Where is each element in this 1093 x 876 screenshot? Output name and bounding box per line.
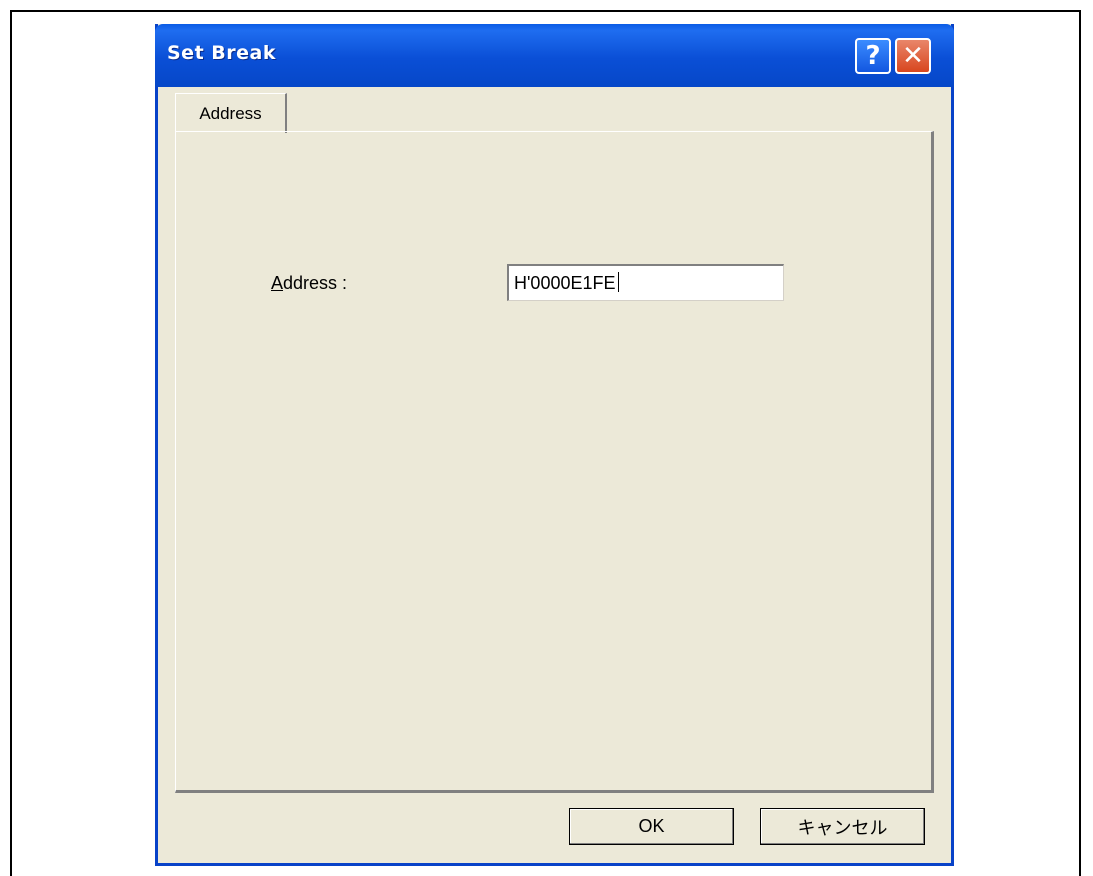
- close-icon: ✕: [902, 41, 924, 71]
- address-input[interactable]: H'0000E1FE: [507, 264, 784, 301]
- text-caret: [617, 272, 619, 292]
- address-label-text: ddress :: [283, 273, 348, 293]
- ok-button[interactable]: OK: [569, 808, 734, 845]
- tab-label: Address: [199, 103, 262, 123]
- close-button[interactable]: ✕: [895, 38, 931, 74]
- address-input-value: H'0000E1FE: [514, 273, 616, 293]
- ok-button-label: OK: [638, 816, 665, 836]
- address-label: Address :: [271, 273, 347, 294]
- title-bar[interactable]: Set Break ? ✕: [155, 24, 954, 87]
- address-label-accelerator: A: [271, 273, 284, 293]
- dialog-title: Set Break: [167, 42, 276, 64]
- help-icon: ?: [865, 41, 881, 71]
- cancel-button[interactable]: キャンセル: [760, 808, 925, 845]
- tab-address[interactable]: Address: [175, 93, 287, 133]
- help-button[interactable]: ?: [855, 38, 891, 74]
- tab-panel: [175, 131, 934, 793]
- cancel-button-label: キャンセル: [797, 817, 888, 838]
